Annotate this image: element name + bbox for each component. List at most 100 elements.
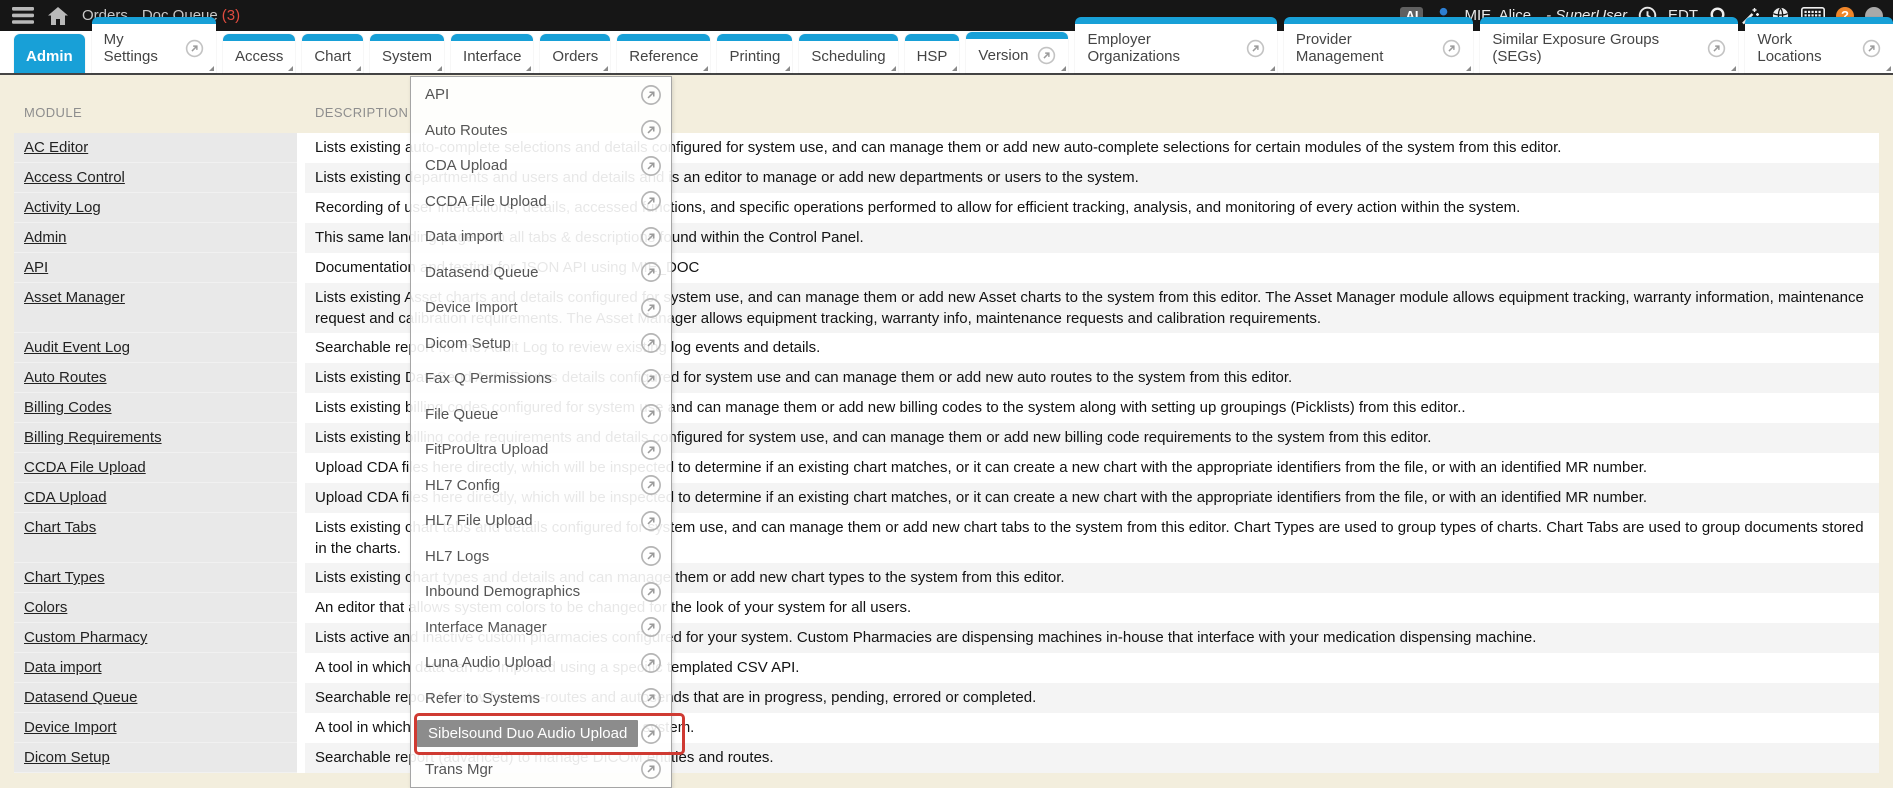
module-link[interactable]: Chart Types (24, 567, 105, 588)
menu-item-trans-mgr[interactable]: Trans Mgr (411, 752, 671, 788)
menu-item-label: HL7 Logs (425, 548, 640, 565)
menu-item-inbound-demographics[interactable]: Inbound Demographics (411, 574, 671, 610)
external-link-icon[interactable] (640, 652, 662, 674)
menu-item-fax-q-permissions[interactable]: Fax Q Permissions (411, 361, 671, 397)
tab-provider-management[interactable]: Provider Management (1284, 17, 1474, 73)
tab-my-settings[interactable]: My Settings (92, 17, 216, 73)
menu-item-auto-routes[interactable]: Auto Routes (411, 113, 671, 149)
hamburger-menu-icon[interactable] (12, 7, 34, 24)
module-link[interactable]: Asset Manager (24, 287, 125, 308)
tab-label: Interface (463, 48, 521, 65)
module-link[interactable]: Custom Pharmacy (24, 627, 147, 648)
tab-employer-organizations[interactable]: Employer Organizations (1075, 17, 1276, 73)
module-link[interactable]: Access Control (24, 167, 125, 188)
external-link-icon (1862, 39, 1881, 58)
module-link[interactable]: Auto Routes (24, 367, 107, 388)
module-link[interactable]: Chart Tabs (24, 517, 96, 538)
module-link[interactable]: Datasend Queue (24, 687, 137, 708)
tab-printing[interactable]: Printing (717, 34, 792, 73)
menu-item-device-import[interactable]: Device Import (411, 290, 671, 326)
tab-admin[interactable]: Admin (14, 34, 85, 73)
external-link-icon[interactable] (640, 403, 662, 425)
menu-item-datasend-queue[interactable]: Datasend Queue (411, 255, 671, 291)
menu-item-file-queue[interactable]: File Queue (411, 397, 671, 433)
menu-item-label: Trans Mgr (425, 761, 640, 778)
external-link-icon[interactable] (640, 261, 662, 283)
menu-item-label: Luna Audio Upload (425, 654, 640, 671)
external-link-icon[interactable] (640, 723, 662, 745)
module-link[interactable]: CCDA File Upload (24, 457, 146, 478)
menu-item-label: HL7 Config (425, 477, 640, 494)
external-link-icon[interactable] (640, 439, 662, 461)
external-link-icon[interactable] (640, 758, 662, 780)
table-row: API Documentation and testing for JSON A… (14, 253, 1879, 283)
tab-system[interactable]: System (370, 34, 444, 73)
module-link[interactable]: Data import (24, 657, 102, 678)
menu-item-hl7-file-upload[interactable]: HL7 File Upload (411, 503, 671, 539)
tab-version[interactable]: Version (966, 32, 1068, 73)
external-link-icon[interactable] (640, 155, 662, 177)
menu-item-refer-to-systems[interactable]: Refer to Systems (411, 681, 671, 717)
module-link[interactable]: Activity Log (24, 197, 101, 218)
menu-item-label: CDA Upload (425, 157, 640, 174)
tab-work-locations[interactable]: Work Locations (1745, 17, 1893, 73)
menu-item-sibelsound-duo-audio-upload[interactable]: Sibelsound Duo Audio Upload (411, 716, 671, 752)
module-link[interactable]: Billing Requirements (24, 427, 162, 448)
home-icon[interactable] (48, 7, 68, 25)
tab-chart[interactable]: Chart (302, 34, 363, 73)
menu-item-interface-manager[interactable]: Interface Manager (411, 610, 671, 646)
external-link-icon[interactable] (640, 332, 662, 354)
table-body: AC Editor Lists existing auto-complete s… (14, 133, 1879, 773)
external-link-icon[interactable] (640, 226, 662, 248)
table-header: MODULE DESCRIPTION (14, 105, 1879, 133)
menu-item-label: Data import (425, 228, 640, 245)
tab-orders[interactable]: Orders (540, 34, 610, 73)
external-link-icon[interactable] (640, 474, 662, 496)
menu-item-label: Fax Q Permissions (425, 370, 640, 387)
menu-item-hl7-logs[interactable]: HL7 Logs (411, 539, 671, 575)
external-link-icon[interactable] (640, 190, 662, 212)
module-link[interactable]: AC Editor (24, 137, 88, 158)
tab-interface[interactable]: Interface (451, 34, 533, 73)
table-row: Asset Manager Lists existing Asset chart… (14, 283, 1879, 333)
tab-similar-exposure-groups-segs-[interactable]: Similar Exposure Groups (SEGs) (1480, 17, 1738, 73)
module-link[interactable]: Device Import (24, 717, 117, 738)
module-link[interactable]: Audit Event Log (24, 337, 130, 358)
menu-item-luna-audio-upload[interactable]: Luna Audio Upload (411, 645, 671, 681)
table-row: Billing Requirements Lists existing bill… (14, 423, 1879, 453)
menu-item-api[interactable]: API (411, 77, 671, 113)
external-link-icon[interactable] (640, 510, 662, 532)
table-row: Activity Log Recording of user interacti… (14, 193, 1879, 223)
external-link-icon[interactable] (640, 119, 662, 141)
module-link[interactable]: CDA Upload (24, 487, 107, 508)
menu-item-dicom-setup[interactable]: Dicom Setup (411, 326, 671, 362)
table-row: Chart Types Lists existing chart types a… (14, 563, 1879, 593)
module-link[interactable]: API (24, 257, 48, 278)
module-link[interactable]: Colors (24, 597, 67, 618)
external-link-icon[interactable] (640, 368, 662, 390)
tab-label: Work Locations (1757, 31, 1853, 65)
tab-scheduling[interactable]: Scheduling (799, 34, 897, 73)
tab-label: HSP (917, 48, 948, 65)
menu-item-ccda-file-upload[interactable]: CCDA File Upload (411, 184, 671, 220)
tab-hsp[interactable]: HSP (905, 34, 960, 73)
external-link-icon[interactable] (640, 616, 662, 638)
menu-item-cda-upload[interactable]: CDA Upload (411, 148, 671, 184)
tab-label: Employer Organizations (1087, 31, 1236, 65)
external-link-icon[interactable] (640, 84, 662, 106)
external-link-icon[interactable] (640, 581, 662, 603)
external-link-icon[interactable] (640, 297, 662, 319)
menu-item-fitproultra-upload[interactable]: FitProUltra Upload (411, 432, 671, 468)
menu-item-label: File Queue (425, 406, 640, 423)
tab-reference[interactable]: Reference (617, 34, 710, 73)
module-link[interactable]: Dicom Setup (24, 747, 110, 768)
module-link[interactable]: Billing Codes (24, 397, 112, 418)
menu-item-hl7-config[interactable]: HL7 Config (411, 468, 671, 504)
tab-label: Printing (729, 48, 780, 65)
menu-item-data-import[interactable]: Data import (411, 219, 671, 255)
tab-label: Reference (629, 48, 698, 65)
module-link[interactable]: Admin (24, 227, 67, 248)
external-link-icon[interactable] (640, 687, 662, 709)
external-link-icon[interactable] (640, 545, 662, 567)
tab-access[interactable]: Access (223, 34, 295, 73)
